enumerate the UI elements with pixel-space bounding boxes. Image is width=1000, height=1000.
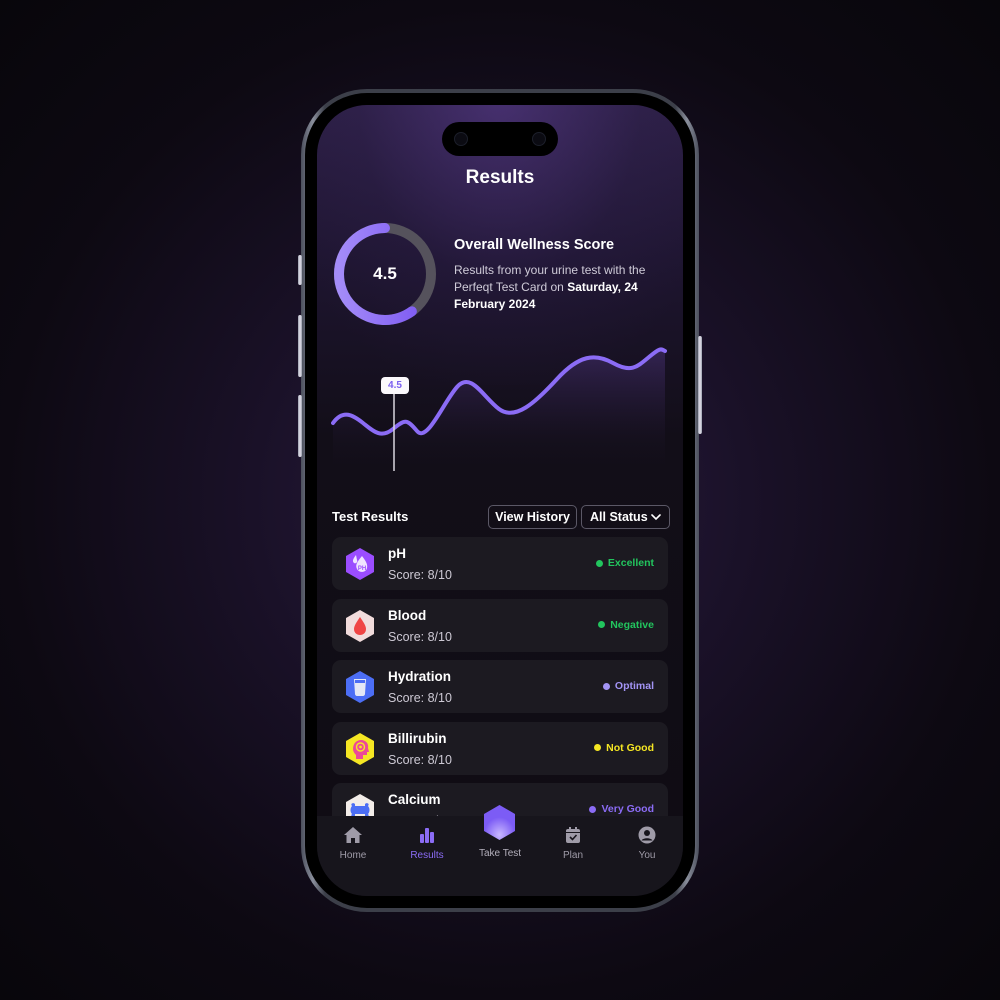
water-glass-icon xyxy=(346,671,374,703)
result-score: Score: 8/10 xyxy=(388,629,452,644)
tab-you[interactable]: You xyxy=(617,826,677,861)
take-test-hex-icon xyxy=(484,805,515,840)
view-history-button[interactable]: View History xyxy=(488,505,577,529)
calendar-check-icon xyxy=(566,827,580,843)
phone-frame: Results 4.5 Overall Wellness Score Resul… xyxy=(298,89,702,912)
tab-label: Take Test xyxy=(478,848,522,859)
status-badge: Very Good xyxy=(589,803,654,815)
status-dot xyxy=(602,682,610,690)
result-card-hydration[interactable]: Hydration Score: 8/10 Optimal xyxy=(332,660,668,713)
result-card-blood[interactable]: Blood Score: 8/10 Negative xyxy=(332,598,668,652)
ph-icon: PH xyxy=(346,548,374,580)
page-title: Results xyxy=(465,167,535,188)
svg-text:PH: PH xyxy=(358,566,366,572)
tab-label: Results xyxy=(410,850,444,861)
screen: Results 4.5 Overall Wellness Score Resul… xyxy=(317,105,683,896)
status-label: Very Good xyxy=(601,803,654,815)
test-results-title: Test Results xyxy=(332,509,409,524)
chevron-down-icon xyxy=(651,513,661,520)
status-dot xyxy=(598,621,606,628)
phone-bezel: Results 4.5 Overall Wellness Score Resul… xyxy=(305,93,695,908)
sensor-lens xyxy=(532,132,546,146)
result-score: Score: 8/10 xyxy=(388,691,452,705)
result-name: Hydration xyxy=(388,669,452,684)
bottom-tab-bar: Home Results Take Test Plan You xyxy=(317,805,683,896)
tab-results[interactable]: Results xyxy=(397,826,457,861)
chart-tooltip: 4.5 xyxy=(381,377,409,394)
volume-up-button xyxy=(298,315,302,377)
status-badge: Negative xyxy=(598,619,654,631)
head-target-icon xyxy=(346,732,374,765)
wellness-score-value: 4.5 xyxy=(373,264,397,283)
result-score: Score: 8/10 xyxy=(388,752,452,767)
user-icon xyxy=(638,826,656,844)
status-badge: Excellent xyxy=(595,557,654,569)
tab-plan[interactable]: Plan xyxy=(543,826,603,861)
status-label: Excellent xyxy=(607,557,654,569)
status-badge: Optimal xyxy=(602,680,654,692)
dynamic-island xyxy=(442,122,558,156)
status-filter-dropdown[interactable]: All Status xyxy=(581,505,670,529)
result-card-billirubin[interactable]: Billirubin Score: 8/10 Not Good xyxy=(332,721,668,775)
test-results-list: PH pH Score: 8/10 Excellent Blood Score:… xyxy=(332,537,668,845)
status-dot xyxy=(595,559,603,567)
result-name: Billirubin xyxy=(388,730,447,746)
wellness-description: Results from your urine test with the Pe… xyxy=(454,262,674,313)
result-name: pH xyxy=(388,546,406,561)
result-name: Blood xyxy=(388,607,427,623)
action-button xyxy=(298,255,302,285)
status-label: Not Good xyxy=(606,741,654,754)
wellness-trend-chart[interactable] xyxy=(331,343,667,473)
tab-label: You xyxy=(638,850,656,861)
volume-down-button xyxy=(298,395,302,457)
status-badge: Not Good xyxy=(594,742,654,754)
tab-home[interactable]: Home xyxy=(323,826,383,861)
home-icon xyxy=(344,827,362,843)
bar-chart-icon xyxy=(420,828,434,843)
result-score: Score: 8/10 xyxy=(388,568,452,582)
status-label: Optimal xyxy=(614,680,654,692)
result-name: Calcium xyxy=(388,792,441,807)
power-button xyxy=(698,336,702,434)
camera-lens xyxy=(454,132,468,146)
status-filter-value: All Status xyxy=(590,510,648,524)
blood-drop-icon xyxy=(346,609,374,642)
status-dot xyxy=(589,805,597,813)
wellness-summary: Overall Wellness Score Results from your… xyxy=(454,237,674,313)
status-label: Negative xyxy=(610,618,654,631)
tab-label: Plan xyxy=(562,850,583,861)
status-dot xyxy=(594,744,602,751)
wellness-heading: Overall Wellness Score xyxy=(454,237,615,253)
tab-label: Home xyxy=(339,850,367,861)
result-card-ph[interactable]: PH pH Score: 8/10 Excellent xyxy=(332,537,668,590)
